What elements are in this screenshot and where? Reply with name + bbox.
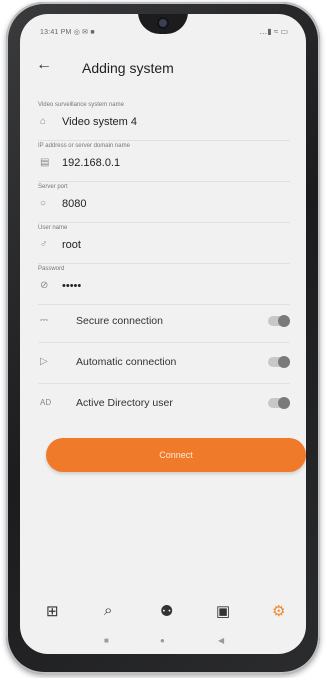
password-field[interactable]: Password ⊘ ••••• (38, 264, 290, 305)
app-screen: 13:41 PM ◎ ✉ ■ …▮ ≈ ▭ ← Adding system Vi… (20, 14, 306, 654)
key-icon: ⊘ (40, 280, 49, 291)
field-label: Server port (38, 184, 68, 190)
connection-options: ⎓ Secure connection ▷ Automatic connecti… (20, 302, 306, 424)
field-label: IP address or server domain name (38, 143, 130, 149)
recents-icon[interactable]: ■ (104, 636, 109, 645)
toggle-knob (278, 356, 290, 368)
field-value[interactable]: Video system 4 (62, 116, 137, 128)
phone-frame: 13:41 PM ◎ ✉ ■ …▮ ≈ ▭ ← Adding system Vi… (6, 2, 320, 674)
server-port-field[interactable]: Server port ○ 8080 (38, 182, 290, 223)
nav-robot-icon[interactable]: ⚉ (160, 602, 173, 620)
secure-connection-toggle[interactable] (268, 315, 290, 327)
nav-search-icon[interactable]: ⌕ (104, 602, 112, 619)
active-directory-toggle[interactable] (268, 397, 290, 409)
system-navigation-bar: ■ ● ◀ (20, 634, 306, 654)
system-form: Video surveillance system name ⌂ Video s… (20, 100, 306, 305)
field-label: User name (38, 225, 68, 231)
shield-icon: ○ (40, 198, 47, 209)
toggle-knob (278, 315, 290, 327)
nav-grid-icon[interactable]: ⊞ (46, 602, 59, 620)
status-icons: …▮ ≈ ▭ (259, 27, 288, 36)
system-name-field[interactable]: Video surveillance system name ⌂ Video s… (38, 100, 290, 141)
status-bar: 13:41 PM ◎ ✉ ■ …▮ ≈ ▭ (20, 14, 306, 44)
back-arrow-icon[interactable]: ← (36, 56, 52, 74)
field-value[interactable]: 192.168.0.1 (62, 157, 120, 169)
home-icon[interactable]: ● (160, 636, 165, 645)
field-value[interactable]: ••••• (62, 280, 81, 292)
field-value[interactable]: root (62, 239, 81, 251)
back-icon[interactable]: ◀ (218, 636, 224, 645)
toggle-label: Automatic connection (76, 356, 177, 368)
lock-icon: ⎓ (40, 315, 48, 326)
automatic-connection-toggle[interactable] (268, 356, 290, 368)
ad-icon: AD (40, 398, 52, 407)
user-icon: ♂ (40, 239, 48, 250)
field-label: Password (38, 266, 65, 272)
field-value[interactable]: 8080 (62, 198, 86, 210)
toggle-label: Active Directory user (76, 397, 173, 409)
toggle-knob (278, 397, 290, 409)
connect-button[interactable]: Connect (46, 438, 306, 472)
automatic-connection-row[interactable]: ▷ Automatic connection (38, 343, 290, 384)
home-icon: ⌂ (40, 116, 47, 127)
server-address-field[interactable]: IP address or server domain name ▤ 192.1… (38, 141, 290, 182)
active-directory-row[interactable]: AD Active Directory user (38, 384, 290, 424)
secure-connection-row[interactable]: ⎓ Secure connection (38, 302, 290, 343)
play-icon: ▷ (40, 356, 48, 367)
server-icon: ▤ (40, 157, 50, 168)
app-bar: ← Adding system (20, 52, 306, 86)
toggle-label: Secure connection (76, 315, 163, 327)
nav-document-icon[interactable]: ▣ (216, 602, 230, 620)
nav-settings-icon[interactable]: ⚙ (272, 602, 285, 620)
bottom-navigation: ⊞ ⌕ ⚉ ▣ ⚙ (20, 598, 306, 630)
user-name-field[interactable]: User name ♂ root (38, 223, 290, 264)
status-time: 13:41 PM ◎ ✉ ■ (40, 29, 95, 36)
field-label: Video surveillance system name (38, 102, 124, 108)
page-title: Adding system (82, 60, 174, 76)
